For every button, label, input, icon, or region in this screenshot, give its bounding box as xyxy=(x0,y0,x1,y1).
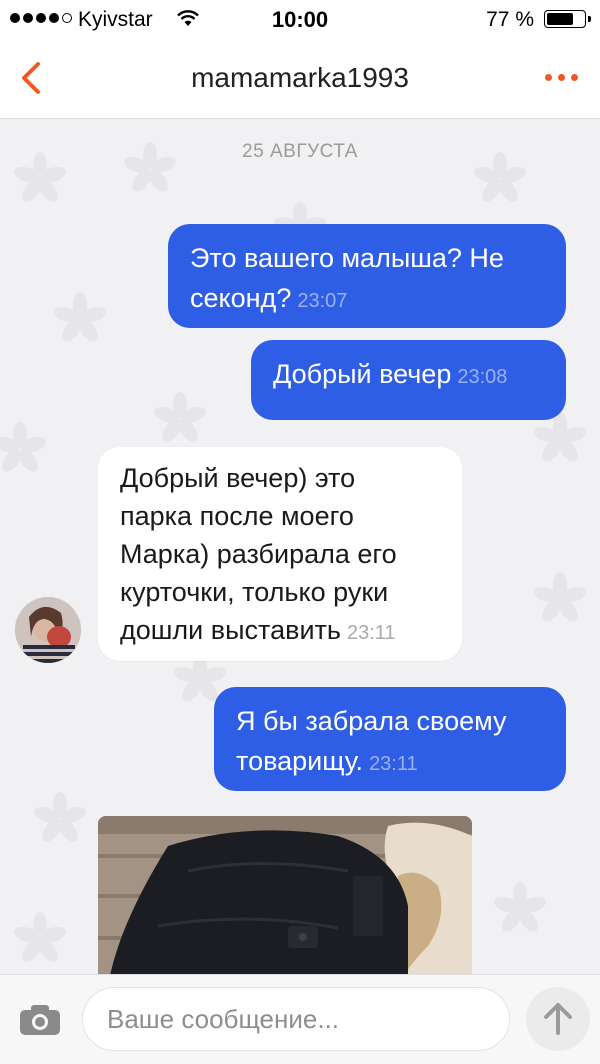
message-text: Марка) разбирала его xyxy=(120,539,397,569)
message-text: дошли выставить xyxy=(120,615,341,645)
message-input[interactable]: Ваше сообщение... xyxy=(82,987,510,1051)
avatar[interactable] xyxy=(15,597,81,663)
status-bar: Kyivstar 10:00 77 % xyxy=(0,0,600,38)
message-time: 23:11 xyxy=(346,622,396,644)
message-time: 23:08 xyxy=(457,366,508,388)
chat-title[interactable]: mamamarka1993 xyxy=(0,62,600,94)
message-list[interactable]: 25 АВГУСТА Это вашего малыша? Не секонд?… xyxy=(0,119,600,974)
more-dots-icon[interactable] xyxy=(545,74,578,81)
message-bubble-outgoing[interactable]: Это вашего малыша? Не секонд? 23:07 xyxy=(168,224,566,328)
message-time: 23:07 xyxy=(297,290,348,312)
photo-attachment[interactable] xyxy=(98,816,472,974)
message-text: курточки, только руки xyxy=(120,577,389,607)
battery-icon xyxy=(544,10,591,28)
message-bubble-outgoing[interactable]: Добрый вечер 23:08 xyxy=(251,340,566,420)
message-text: секонд? xyxy=(190,283,292,313)
date-separator: 25 АВГУСТА xyxy=(242,141,358,162)
message-text: парка после моего xyxy=(120,501,354,531)
message-time: 23:11 xyxy=(369,753,418,775)
chat-header: mamamarka1993 xyxy=(0,38,600,119)
message-composer: Ваше сообщение... xyxy=(0,974,600,1064)
message-bubble-outgoing[interactable]: Я бы забрала своему товарищу. 23:11 xyxy=(214,687,566,791)
camera-icon[interactable] xyxy=(18,1003,62,1037)
battery-percent: 77 % xyxy=(486,8,534,31)
message-text: Это вашего малыша? Не xyxy=(190,243,504,273)
message-text: товарищу. xyxy=(236,746,364,776)
message-text: Я бы забрала своему xyxy=(236,706,507,736)
message-text: Добрый вечер) это xyxy=(120,463,356,493)
message-text: Добрый вечер xyxy=(273,359,452,389)
message-bubble-incoming[interactable]: Добрый вечер) это парка после моего Марк… xyxy=(98,447,462,661)
arrow-up-icon[interactable] xyxy=(526,987,590,1051)
